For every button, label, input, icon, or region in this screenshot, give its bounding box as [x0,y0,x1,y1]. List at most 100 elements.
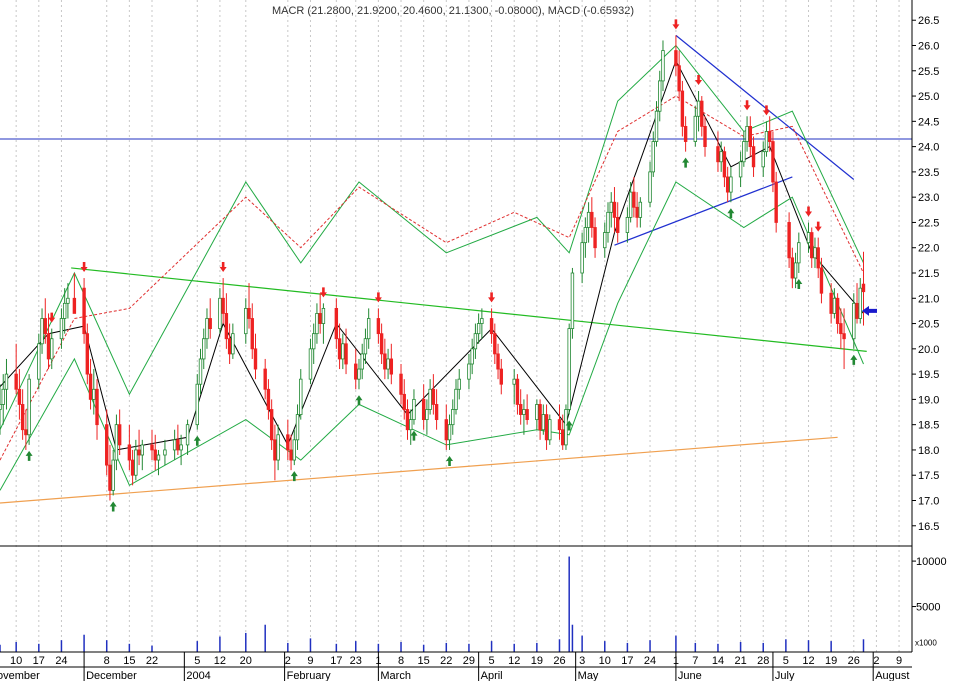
day-tick-label: 10 [599,655,611,667]
candle-body [269,409,274,441]
candle-body [603,232,607,249]
candle-body [40,318,44,345]
volume-tick-label: 10000 [916,556,947,568]
candle-body [638,201,643,218]
candle-body [405,409,410,431]
candle-body [609,201,613,213]
day-tick-label: 17 [330,655,342,667]
price-tick-label: 21.5 [918,268,939,280]
candle-body [515,378,520,405]
month-label: July [775,670,795,681]
candle-body [308,348,313,380]
candle-body [729,176,733,193]
candle-body [295,414,300,441]
candle-body [105,424,109,466]
candle-body [842,333,846,340]
candle-body [635,206,639,218]
candle-body [354,363,358,380]
day-tick-label: 3 [579,655,585,667]
candle-body [586,211,591,228]
candle-body [677,65,681,92]
candle-body [480,318,484,324]
candle-body [357,368,361,380]
volume-unit-label: x1000 [915,639,937,648]
candle-body [661,50,665,82]
candle-body [202,338,206,360]
candle-body [218,297,222,330]
candle-body [95,388,99,426]
month-label: May [578,670,599,681]
candle-body [816,247,820,269]
candle-body [593,227,597,249]
candle-body [172,439,177,451]
candle-body [0,404,2,410]
price-tick-label: 25.5 [918,66,939,78]
candle-body [496,353,500,370]
candle-body [457,378,461,390]
month-label: August [875,670,909,681]
price-tick-label: 17.5 [918,470,939,482]
price-tick-label: 20.5 [918,319,939,331]
day-tick-label: 8 [398,655,404,667]
day-tick-label: 5 [489,655,495,667]
candle-body [312,333,316,350]
candle-body [409,419,413,431]
price-tick-label: 24.5 [918,116,939,128]
day-tick-label: 28 [757,655,769,667]
candle-body [14,373,18,390]
price-tick-label: 21.0 [918,293,939,305]
candle-body [813,247,817,259]
candle-body [250,318,254,350]
day-tick-label: 5 [783,655,789,667]
candle-body [20,404,25,431]
day-tick-label: 10 [10,655,22,667]
price-tick-label: 25.0 [918,91,939,103]
candle-body [292,439,296,461]
price-tick-label: 18.5 [918,420,939,432]
day-tick-label: 12 [214,655,226,667]
candle-body [198,358,203,385]
candle-body [72,297,77,314]
candle-body [751,146,756,168]
candle-body [402,393,406,410]
day-tick-label: 9 [307,655,313,667]
candle-body [127,444,132,461]
candle-body [696,100,701,117]
candle-body [606,211,610,233]
price-tick-label: 16.5 [918,521,939,533]
month-label: 2004 [186,670,210,681]
candle-body [389,358,394,375]
price-tick-label: 26.5 [918,15,939,27]
candle-body [580,242,584,274]
candle-body [454,388,458,410]
day-tick-label: 9 [896,655,902,667]
candle-body [447,424,452,441]
candle-body [176,439,180,451]
candle-body [839,323,843,335]
candle-body [742,141,746,163]
candle-body [829,292,833,314]
candle-body [321,307,326,324]
candle-body [680,90,685,127]
candle-body [43,318,47,335]
candle-body [771,141,775,183]
candle-body [253,348,258,370]
candle-body [716,146,720,163]
candle-body [858,287,862,319]
price-tick-label: 17.0 [918,496,939,508]
candle-body [334,307,339,340]
candle-body [538,404,542,431]
candle-body [535,404,539,421]
candle-body [761,151,765,168]
candle-body [399,373,403,395]
candle-body [134,449,138,476]
day-tick-label: 20 [240,655,252,667]
candle-body [82,287,86,335]
day-tick-label: 22 [440,655,452,667]
candle-body [616,216,620,233]
candle-body [564,409,568,446]
candle-body [738,161,743,178]
candle-body [108,464,112,491]
candle-body [318,313,322,324]
candle-body [66,297,70,304]
